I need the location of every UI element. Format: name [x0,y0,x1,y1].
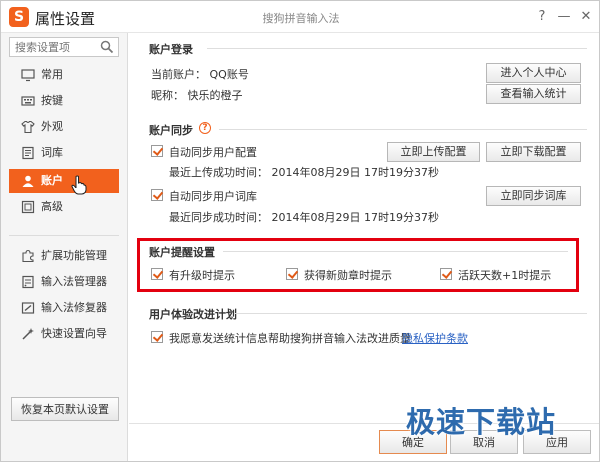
sidebar-item-advanced[interactable]: 高级 [9,195,119,219]
book-icon [22,146,34,160]
sidebar-item-label: 高级 [41,200,63,213]
nickname-text: 昵称： 快乐的橙子 [151,89,243,102]
sidebar-item-label: 词库 [41,146,63,159]
sidebar-item-label: 常用 [41,68,63,81]
settings-window: S 属性设置 搜狗拼音输入法 ? — ✕ 常用 按键 外观 词库 [0,0,600,462]
download-config-button[interactable]: 立即下载配置 [486,142,581,162]
restore-defaults-button[interactable]: 恢复本页默认设置 [11,397,119,421]
last-sync-time: 最近同步成功时间： 2014年08月29日 17时19分37秒 [169,211,439,224]
account-settings-panel: 账户登录 当前账户： QQ账号 昵称： 快乐的橙子 进入个人中心 查看输入统计 … [129,33,599,423]
sidebar-item-ime-manager[interactable]: 输入法管理器 [9,270,119,294]
section-title-ux-program: 用户体验改进计划 [149,308,237,321]
minimize-button[interactable]: — [553,6,575,28]
sidebar-item-extensions[interactable]: 扩展功能管理 [9,244,119,268]
sidebar-item-dictionary[interactable]: 词库 [9,141,119,165]
privacy-policy-link[interactable]: 隐私保护条款 [402,330,468,346]
enter-personal-center-button[interactable]: 进入个人中心 [486,63,581,83]
highlight-box [137,238,579,292]
view-input-stats-button[interactable]: 查看输入统计 [486,84,581,104]
sidebar-item-label: 输入法修复器 [41,301,107,314]
sidebar-item-label: 快速设置向导 [41,327,107,340]
sidebar-item-keys[interactable]: 按键 [9,89,119,113]
sidebar-item-label: 扩展功能管理 [41,249,107,262]
wizard-icon [22,328,34,340]
sync-dict-button[interactable]: 立即同步词库 [486,186,581,206]
user-icon [22,175,34,187]
sidebar-item-label: 外观 [41,120,63,133]
manager-icon [22,275,34,289]
keyboard-icon [21,96,35,106]
section-divider [219,129,587,130]
section-divider [235,313,587,314]
section-title-account-login: 账户登录 [149,43,193,56]
send-stats-checkbox[interactable] [151,331,163,343]
shirt-icon [21,120,35,134]
sidebar-item-common[interactable]: 常用 [9,63,119,87]
section-divider [207,48,587,49]
send-stats-label: 我愿意发送统计信息帮助搜狗拼音输入法改进质量 [169,332,411,345]
auto-sync-dict-label: 自动同步用户词库 [169,190,257,203]
search-icon[interactable] [99,39,115,55]
close-button[interactable]: ✕ [575,6,597,28]
sidebar-item-label: 按键 [41,94,63,107]
last-upload-time: 最近上传成功时间： 2014年08月29日 17时19分37秒 [169,166,439,179]
watermark-text: 极速下载站 [406,405,557,439]
advanced-icon [21,200,35,214]
repair-icon [21,302,35,314]
help-button[interactable]: ? [531,6,553,28]
sidebar-item-label: 输入法管理器 [41,275,107,288]
sidebar-item-label: 账户 [41,174,63,187]
puzzle-icon [22,249,34,263]
section-title-account-sync: 账户同步 [149,124,193,137]
sidebar-item-ime-repair[interactable]: 输入法修复器 [9,296,119,320]
search-box [9,37,119,57]
auto-sync-config-label: 自动同步用户配置 [169,146,257,159]
sidebar-divider [9,235,119,236]
auto-sync-dict-checkbox[interactable] [151,189,163,201]
current-account-text: 当前账户： QQ账号 [151,68,249,81]
monitor-icon [21,69,35,82]
auto-sync-config-checkbox[interactable] [151,145,163,157]
sidebar-item-account[interactable]: 账户 [9,169,119,195]
title-bar: S 属性设置 搜狗拼音输入法 ? — ✕ [1,1,599,33]
sidebar-item-appearance[interactable]: 外观 [9,115,119,139]
search-input[interactable] [10,38,98,56]
app-name: 搜狗拼音输入法 [262,12,340,25]
upload-config-button[interactable]: 立即上传配置 [387,142,480,162]
help-icon[interactable]: ? [199,122,211,134]
sidebar-item-setup-wizard[interactable]: 快速设置向导 [9,322,119,346]
hand-cursor-icon [71,175,87,195]
